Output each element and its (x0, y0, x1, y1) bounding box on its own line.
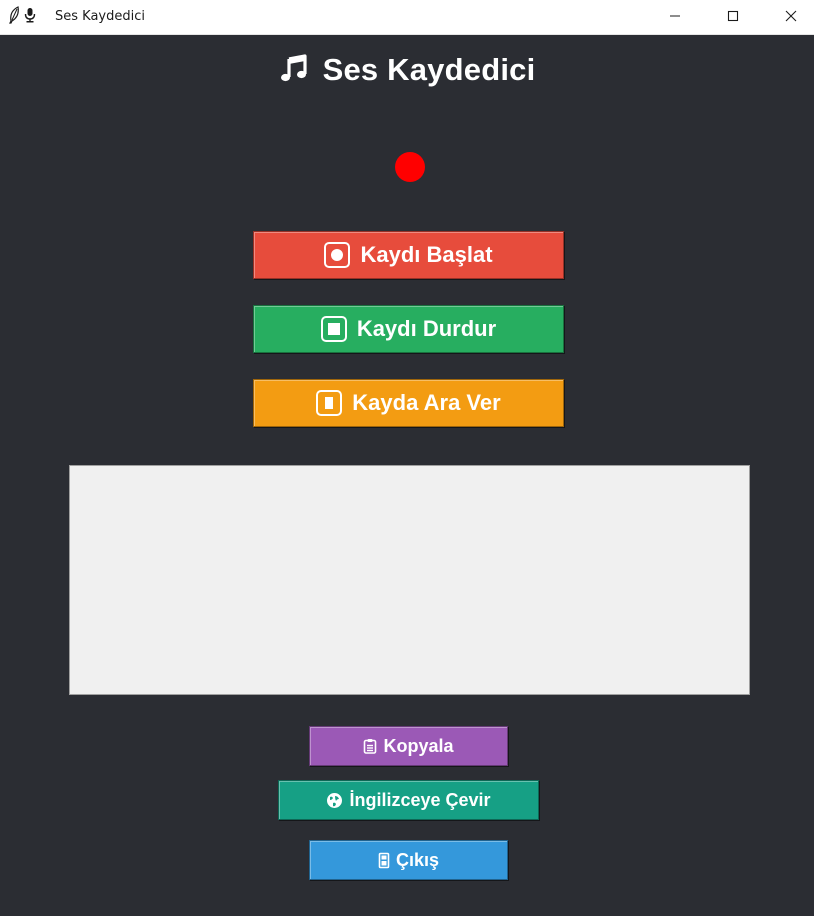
app-icons (8, 5, 36, 29)
start-recording-button[interactable]: Kaydı Başlat (253, 231, 564, 279)
translate-label: İngilizceye Çevir (349, 789, 491, 810)
clipboard-icon (363, 738, 377, 754)
window-title: Ses Kaydedici (55, 9, 145, 24)
start-recording-label: Kaydı Başlat (360, 242, 493, 267)
minimize-button[interactable] (646, 0, 704, 35)
door-icon (378, 852, 390, 869)
exit-button[interactable]: Çıkış (309, 840, 508, 880)
recording-indicator (395, 152, 425, 182)
maximize-icon (727, 9, 739, 27)
feather-icon (8, 5, 20, 29)
transcript-textarea[interactable] (69, 465, 750, 695)
close-icon (785, 9, 797, 27)
translate-button[interactable]: İngilizceye Çevir (278, 780, 539, 820)
globe-icon (326, 792, 343, 809)
page-title: Ses Kaydedici (0, 52, 814, 88)
music-note-icon (279, 53, 309, 88)
pause-recording-button[interactable]: Kayda Ara Ver (253, 379, 564, 427)
stop-recording-button[interactable]: Kaydı Durdur (253, 305, 564, 353)
close-button[interactable] (762, 0, 814, 35)
copy-label: Kopyala (383, 735, 454, 756)
maximize-button[interactable] (704, 0, 762, 35)
pause-recording-label: Kayda Ara Ver (352, 390, 501, 415)
record-icon (324, 242, 351, 268)
stop-icon (320, 316, 347, 342)
stop-recording-label: Kaydı Durdur (356, 316, 497, 341)
app-title-text: Ses Kaydedici (322, 52, 536, 87)
minimize-icon (669, 9, 681, 27)
pause-icon (316, 390, 343, 416)
exit-label: Çıkış (395, 849, 440, 870)
window-titlebar: Ses Kaydedici (0, 0, 814, 35)
copy-button[interactable]: Kopyala (309, 726, 508, 766)
microphone-icon (24, 7, 36, 28)
